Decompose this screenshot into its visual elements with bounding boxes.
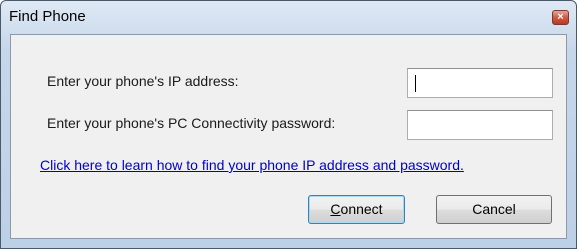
ip-address-input[interactable] <box>407 68 553 98</box>
close-button[interactable]: × <box>552 10 569 25</box>
connect-label: onnect <box>340 201 383 217</box>
dialog-content: Enter your phone's IP address: Enter you… <box>10 34 567 239</box>
title-bar[interactable]: Find Phone × <box>1 1 576 33</box>
connect-button[interactable]: Connect <box>308 195 405 224</box>
help-link[interactable]: Click here to learn how to find your pho… <box>40 157 464 173</box>
text-caret <box>415 75 416 92</box>
ip-address-label: Enter your phone's IP address: <box>47 73 239 89</box>
find-phone-dialog: Find Phone × Enter your phone's IP addre… <box>0 0 577 249</box>
password-input[interactable] <box>407 110 553 140</box>
connect-mnemonic: C <box>330 201 341 217</box>
close-icon: × <box>557 11 564 23</box>
password-label: Enter your phone's PC Connectivity passw… <box>47 115 336 131</box>
cancel-button[interactable]: Cancel <box>436 195 552 224</box>
window-title: Find Phone <box>9 8 86 25</box>
